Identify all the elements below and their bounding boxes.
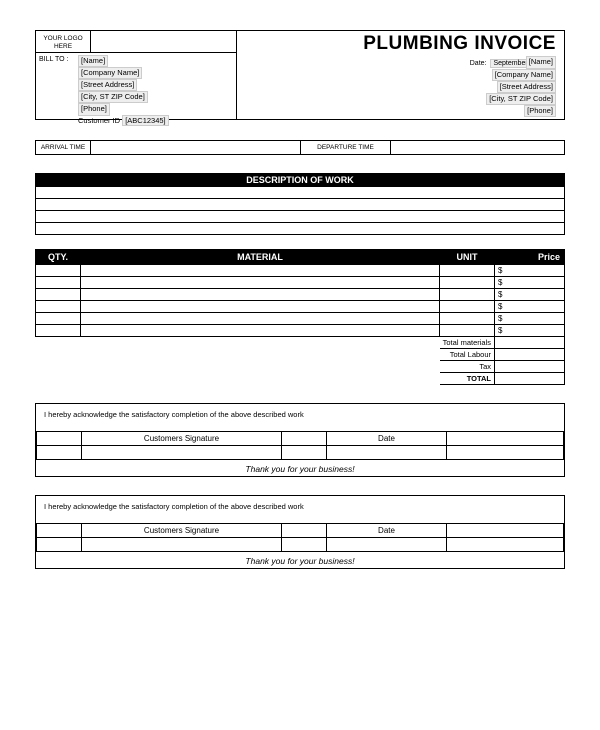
logo-row: YOUR LOGO HERE	[36, 31, 236, 53]
ack-empty-cell	[447, 524, 564, 538]
mat-cell[interactable]	[81, 289, 440, 301]
sig-field[interactable]	[82, 446, 282, 460]
total-materials-label: Total materials	[440, 337, 495, 349]
qty-cell[interactable]	[36, 325, 81, 337]
price-cell[interactable]: $	[495, 313, 565, 325]
logo-empty	[91, 31, 236, 52]
ship-street: [Street Address]	[497, 81, 556, 93]
work-row[interactable]	[36, 211, 564, 223]
qty-cell[interactable]	[36, 265, 81, 277]
ack-empty-cell	[37, 432, 82, 446]
ack-empty-cell[interactable]	[282, 446, 327, 460]
ack-box: I hereby acknowledge the satisfactory co…	[35, 403, 565, 477]
ship-phone: [Phone]	[524, 105, 556, 117]
work-rows	[35, 187, 565, 235]
customer-id: Customer ID [ABC12345]	[78, 116, 169, 126]
ack-table: Customers Signature Date	[36, 431, 564, 460]
unit-cell[interactable]	[440, 265, 495, 277]
total-label: TOTAL	[440, 373, 495, 385]
qty-cell[interactable]	[36, 313, 81, 325]
logo-placeholder: YOUR LOGO HERE	[36, 31, 91, 52]
qty-header: QTY.	[36, 250, 81, 265]
mat-cell[interactable]	[81, 265, 440, 277]
sig-label: Customers Signature	[82, 432, 282, 446]
ship-name: [Name]	[526, 56, 556, 68]
unit-cell[interactable]	[440, 325, 495, 337]
unit-cell[interactable]	[440, 313, 495, 325]
work-row[interactable]	[36, 199, 564, 211]
total-labour-label: Total Labour	[440, 349, 495, 361]
mat-cell[interactable]	[81, 325, 440, 337]
ack-empty-cell[interactable]	[37, 446, 82, 460]
ack-box: I hereby acknowledge the satisfactory co…	[35, 495, 565, 569]
ack-date-label: Date	[327, 432, 447, 446]
header-left: YOUR LOGO HERE BILL TO : [Name] [Company…	[36, 31, 237, 119]
material-header: MATERIAL	[81, 250, 440, 265]
ack-empty-cell[interactable]	[447, 446, 564, 460]
tax-value	[495, 361, 565, 373]
thanks-text: Thank you for your business!	[36, 460, 564, 476]
unit-cell[interactable]	[440, 289, 495, 301]
unit-cell[interactable]	[440, 301, 495, 313]
arrival-value[interactable]	[91, 141, 301, 155]
ack-empty-cell	[282, 432, 327, 446]
ack-empty-cell	[282, 524, 327, 538]
work-row[interactable]	[36, 223, 564, 235]
departure-value[interactable]	[391, 141, 565, 155]
thanks-text: Thank you for your business!	[36, 552, 564, 568]
ack-empty-cell[interactable]	[282, 538, 327, 552]
tax-label: Tax	[440, 361, 495, 373]
billto-phone: [Phone]	[78, 103, 110, 115]
ack-empty-cell	[37, 524, 82, 538]
billto-street: [Street Address]	[78, 79, 137, 91]
price-cell[interactable]: $	[495, 289, 565, 301]
billto-company: [Company Name]	[78, 67, 142, 79]
ship-company: [Company Name]	[492, 69, 556, 81]
date-field[interactable]	[327, 538, 447, 552]
materials-table: QTY. MATERIAL UNIT Price $ $ $ $ $ $ Tot…	[35, 249, 565, 385]
total-materials-value	[495, 337, 565, 349]
sig-field[interactable]	[82, 538, 282, 552]
billto-row: BILL TO : [Name] [Company Name] [Street …	[36, 53, 236, 126]
mat-cell[interactable]	[81, 301, 440, 313]
qty-cell[interactable]	[36, 289, 81, 301]
time-table: ARRIVAL TIME DEPARTURE TIME	[35, 140, 565, 155]
invoice-title: PLUMBING INVOICE	[363, 33, 556, 55]
unit-cell[interactable]	[440, 277, 495, 289]
work-row[interactable]	[36, 187, 564, 199]
ack-date-label: Date	[327, 524, 447, 538]
date-field[interactable]	[327, 446, 447, 460]
price-cell[interactable]: $	[495, 277, 565, 289]
qty-cell[interactable]	[36, 277, 81, 289]
mat-cell[interactable]	[81, 277, 440, 289]
qty-cell[interactable]	[36, 301, 81, 313]
ack-empty-cell	[447, 432, 564, 446]
arrival-label: ARRIVAL TIME	[36, 141, 91, 155]
ack-empty-cell[interactable]	[447, 538, 564, 552]
header-right: PLUMBING INVOICE Date: September 7, 2016…	[237, 31, 564, 119]
billto-name: [Name]	[78, 55, 108, 67]
ack-empty-cell[interactable]	[37, 538, 82, 552]
price-cell[interactable]: $	[495, 301, 565, 313]
ship-fields: [Name] [Company Name] [Street Address] […	[486, 56, 556, 117]
ship-city: [City, ST ZIP Code]	[486, 93, 556, 105]
price-header: Price	[495, 250, 565, 265]
work-header: DESCRIPTION OF WORK	[35, 173, 565, 187]
billto-label: BILL TO :	[36, 53, 78, 126]
ack-text: I hereby acknowledge the satisfactory co…	[36, 496, 564, 523]
billto-city: [City, ST ZIP Code]	[78, 91, 148, 103]
billto-fields: [Name] [Company Name] [Street Address] […	[78, 53, 236, 126]
price-cell[interactable]: $	[495, 265, 565, 277]
price-cell[interactable]: $	[495, 325, 565, 337]
departure-label: DEPARTURE TIME	[301, 141, 391, 155]
invoice-header: YOUR LOGO HERE BILL TO : [Name] [Company…	[35, 30, 565, 120]
mat-cell[interactable]	[81, 313, 440, 325]
unit-header: UNIT	[440, 250, 495, 265]
total-value	[495, 373, 565, 385]
sig-label: Customers Signature	[82, 524, 282, 538]
total-labour-value	[495, 349, 565, 361]
ack-text: I hereby acknowledge the satisfactory co…	[36, 404, 564, 431]
ack-table: Customers Signature Date	[36, 523, 564, 552]
